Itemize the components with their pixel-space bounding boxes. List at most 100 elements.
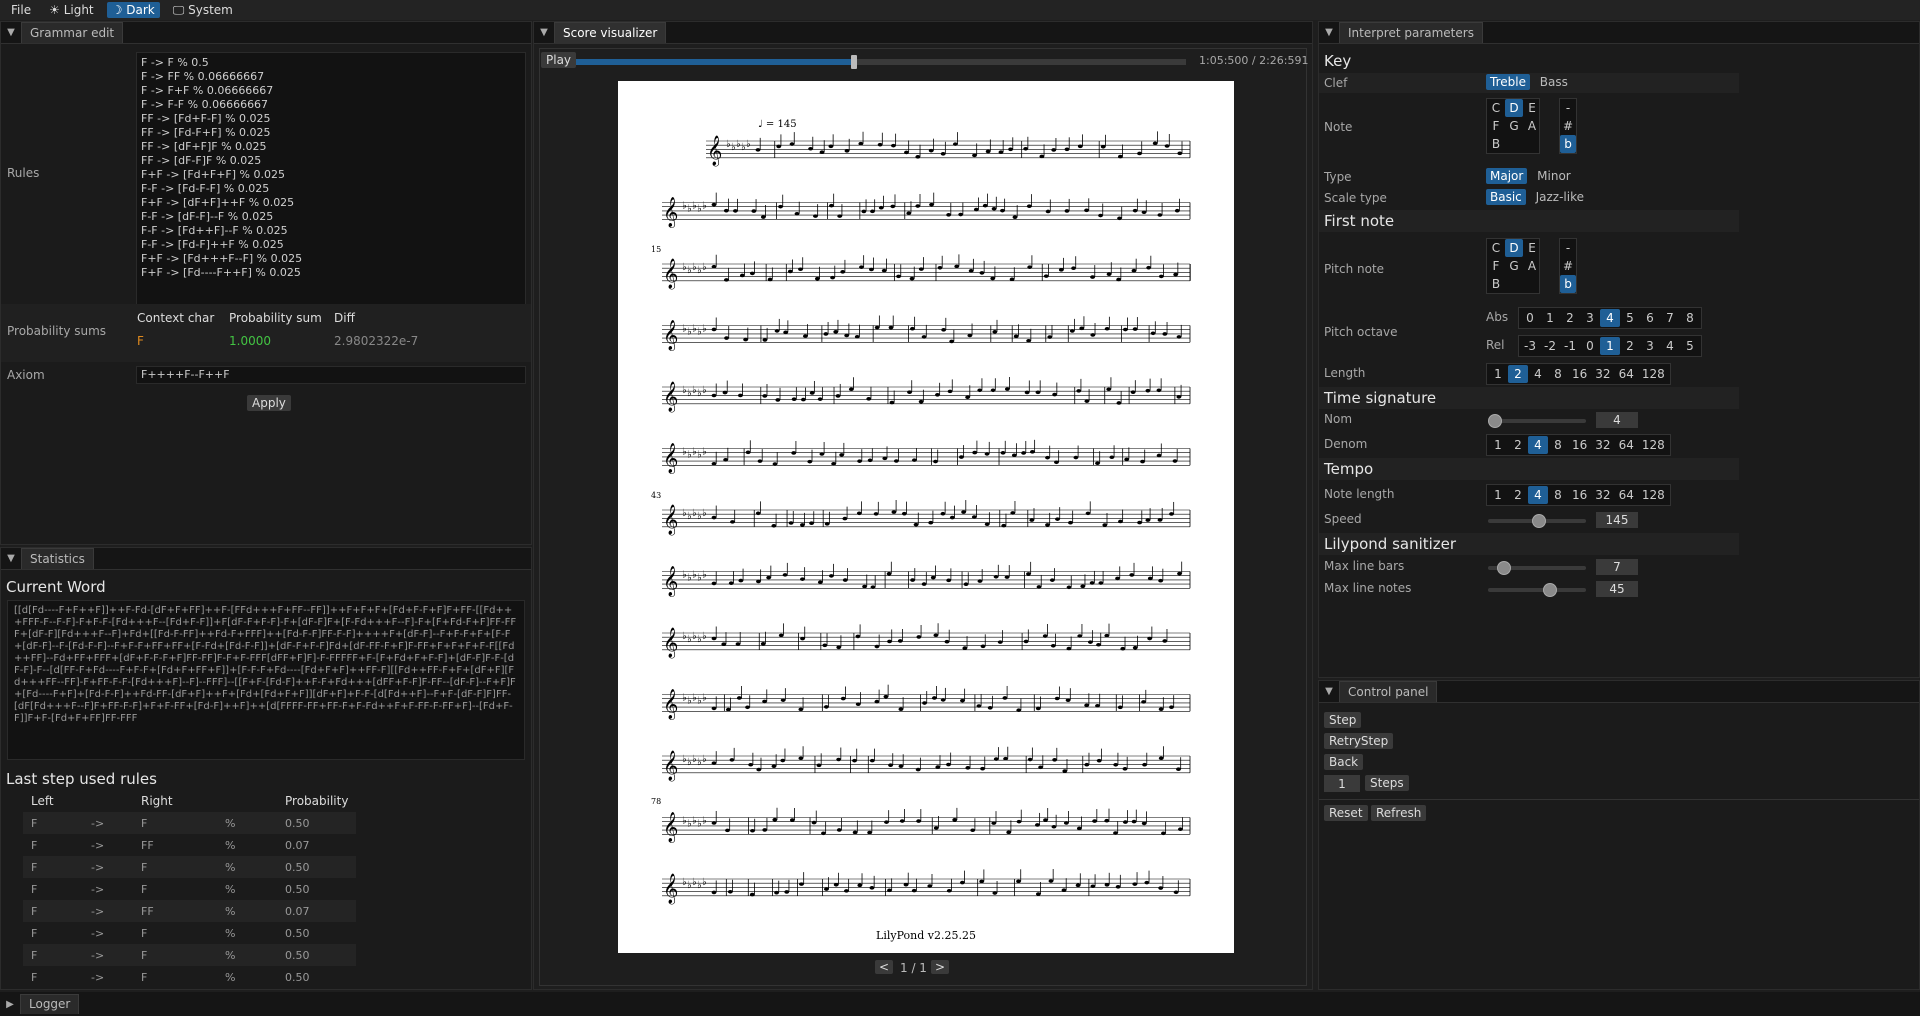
length-option[interactable]: 8: [1548, 365, 1568, 383]
abs-octave-option[interactable]: 2: [1560, 309, 1580, 327]
length-option[interactable]: 16: [1568, 365, 1591, 383]
note-length-option[interactable]: 64: [1615, 486, 1638, 504]
pitch-note-g[interactable]: G: [1505, 257, 1523, 275]
expand-triangle-icon[interactable]: ▶: [0, 992, 20, 1016]
steps-count-input[interactable]: 1: [1324, 775, 1360, 792]
clef-bass-option[interactable]: Bass: [1536, 74, 1572, 90]
note-length-option[interactable]: 1: [1488, 486, 1508, 504]
collapse-triangle-icon[interactable]: ▼: [1319, 680, 1339, 702]
steps-button[interactable]: Steps: [1365, 775, 1409, 791]
nom-slider-knob[interactable]: [1488, 414, 1502, 428]
length-option[interactable]: 2: [1508, 365, 1528, 383]
scale-basic-option[interactable]: Basic: [1486, 189, 1526, 205]
rel-octave-option[interactable]: 0: [1580, 337, 1600, 355]
note-g[interactable]: G: [1505, 117, 1523, 135]
length-option[interactable]: 128: [1638, 365, 1669, 383]
accidental-sharp[interactable]: #: [1560, 117, 1576, 135]
length-option[interactable]: 1: [1488, 365, 1508, 383]
clef-treble-option[interactable]: Treble: [1486, 74, 1530, 90]
max-line-notes-value[interactable]: 45: [1596, 581, 1638, 597]
apply-button[interactable]: Apply: [247, 395, 291, 411]
abs-octave-option[interactable]: 4: [1600, 309, 1620, 327]
nom-slider[interactable]: [1488, 414, 1586, 428]
pitch-accidental-sharp[interactable]: #: [1560, 257, 1576, 275]
nom-value[interactable]: 4: [1596, 412, 1638, 428]
collapse-triangle-icon[interactable]: ▼: [534, 21, 554, 43]
max-line-bars-slider[interactable]: [1488, 561, 1586, 575]
abs-octave-option[interactable]: 3: [1580, 309, 1600, 327]
prev-page-button[interactable]: <: [875, 960, 894, 974]
rel-octave-option[interactable]: 5: [1680, 337, 1700, 355]
max-line-notes-slider[interactable]: [1488, 583, 1586, 597]
pitch-note-f[interactable]: F: [1487, 257, 1505, 275]
theme-dark-button[interactable]: ☽ Dark: [106, 2, 160, 18]
pitch-accidental-natural[interactable]: -: [1560, 239, 1576, 257]
note-length-option[interactable]: 16: [1568, 486, 1591, 504]
length-option[interactable]: 4: [1528, 365, 1548, 383]
rel-octave-option[interactable]: 2: [1620, 337, 1640, 355]
retry-step-button[interactable]: RetryStep: [1324, 733, 1394, 749]
tab-grammar-edit[interactable]: Grammar edit: [21, 22, 124, 43]
pitch-note-c[interactable]: C: [1487, 239, 1505, 257]
collapse-triangle-icon[interactable]: ▼: [1319, 21, 1339, 43]
max-bars-knob[interactable]: [1497, 561, 1511, 575]
refresh-button[interactable]: Refresh: [1371, 805, 1427, 821]
note-a[interactable]: A: [1523, 117, 1541, 135]
theme-light-button[interactable]: ☀ Light: [44, 2, 99, 18]
play-button[interactable]: Play: [541, 52, 577, 68]
note-f[interactable]: F: [1487, 117, 1505, 135]
denom-option[interactable]: 32: [1591, 436, 1614, 454]
length-option[interactable]: 64: [1615, 365, 1638, 383]
abs-octave-option[interactable]: 1: [1540, 309, 1560, 327]
accidental-flat[interactable]: b: [1560, 135, 1576, 153]
rel-octave-option[interactable]: 4: [1660, 337, 1680, 355]
reset-button[interactable]: Reset: [1324, 805, 1368, 821]
scale-jazz-option[interactable]: Jazz-like: [1532, 189, 1588, 205]
denom-option[interactable]: 2: [1508, 436, 1528, 454]
note-length-option[interactable]: 8: [1548, 486, 1568, 504]
pitch-note-a[interactable]: A: [1523, 257, 1541, 275]
tab-control-panel[interactable]: Control panel: [1339, 681, 1438, 702]
denom-option[interactable]: 128: [1638, 436, 1669, 454]
denom-option[interactable]: 8: [1548, 436, 1568, 454]
rel-octave-option[interactable]: -3: [1520, 337, 1540, 355]
progress-handle[interactable]: [851, 55, 858, 69]
pitch-note-e[interactable]: E: [1523, 239, 1541, 257]
rel-octave-option[interactable]: -2: [1540, 337, 1560, 355]
denom-option[interactable]: 1: [1488, 436, 1508, 454]
length-option[interactable]: 32: [1591, 365, 1614, 383]
note-length-option[interactable]: 32: [1591, 486, 1614, 504]
step-button[interactable]: Step: [1324, 712, 1362, 728]
note-length-option[interactable]: 2: [1508, 486, 1528, 504]
note-length-option[interactable]: 128: [1638, 486, 1669, 504]
menu-file[interactable]: File: [6, 2, 36, 18]
abs-octave-option[interactable]: 6: [1640, 309, 1660, 327]
note-c[interactable]: C: [1487, 99, 1505, 117]
rel-octave-option[interactable]: 1: [1600, 337, 1620, 355]
denom-option[interactable]: 64: [1615, 436, 1638, 454]
pitch-accidental-flat[interactable]: b: [1560, 275, 1576, 293]
next-page-button[interactable]: >: [931, 960, 950, 974]
abs-octave-option[interactable]: 7: [1660, 309, 1680, 327]
rel-octave-option[interactable]: 3: [1640, 337, 1660, 355]
rel-octave-option[interactable]: -1: [1560, 337, 1580, 355]
collapse-triangle-icon[interactable]: ▼: [1, 21, 21, 43]
abs-octave-option[interactable]: 8: [1680, 309, 1700, 327]
type-major-option[interactable]: Major: [1486, 168, 1528, 184]
rules-editor[interactable]: F -> F % 0.5 F -> FF % 0.06666667 F -> F+F…: [136, 52, 526, 314]
max-notes-knob[interactable]: [1543, 583, 1557, 597]
note-d[interactable]: D: [1505, 99, 1523, 117]
type-minor-option[interactable]: Minor: [1533, 168, 1575, 184]
pitch-note-d[interactable]: D: [1505, 239, 1523, 257]
tab-interpret-parameters[interactable]: Interpret parameters: [1339, 22, 1483, 43]
speed-value[interactable]: 145: [1596, 512, 1638, 528]
denom-option[interactable]: 4: [1528, 436, 1548, 454]
collapse-triangle-icon[interactable]: ▼: [1, 547, 21, 569]
note-e[interactable]: E: [1523, 99, 1541, 117]
note-b[interactable]: B: [1487, 135, 1505, 153]
denom-option[interactable]: 16: [1568, 436, 1591, 454]
speed-slider-knob[interactable]: [1532, 514, 1546, 528]
max-line-bars-value[interactable]: 7: [1596, 559, 1638, 575]
back-button[interactable]: Back: [1324, 754, 1364, 770]
tab-logger[interactable]: Logger: [20, 994, 80, 1014]
